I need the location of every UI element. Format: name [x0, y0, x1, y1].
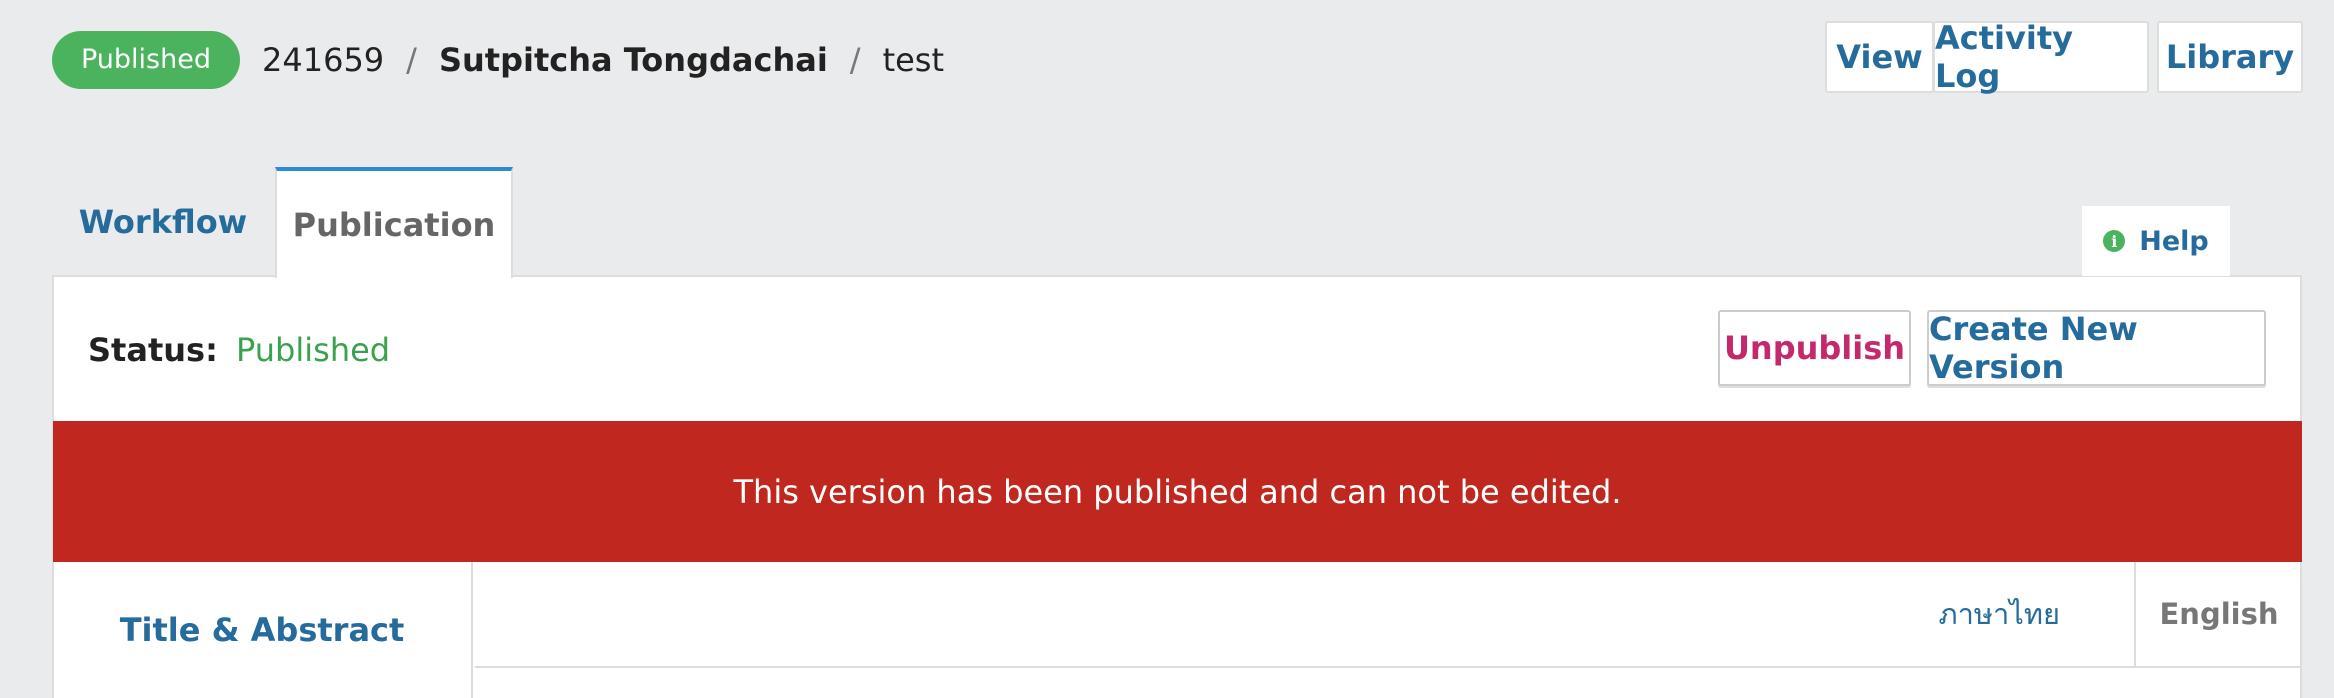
published-alert: This version has been published and can … — [53, 421, 2302, 562]
submission-title: test — [882, 41, 945, 79]
unpublish-button[interactable]: Unpublish — [1718, 310, 1911, 386]
view-button[interactable]: View — [1825, 21, 1934, 93]
language-switcher: ภาษาไทย — [475, 562, 2302, 668]
status-badge: Published — [52, 31, 240, 89]
alert-message: This version has been published and can … — [733, 472, 1622, 511]
submission-header: Published 241659 / Sutpitcha Tongdachai … — [52, 31, 944, 89]
library-button[interactable]: Library — [2157, 21, 2303, 93]
language-thai-button[interactable]: ภาษาไทย — [1939, 562, 2093, 666]
tab-workflow[interactable]: Workflow — [52, 167, 274, 276]
sidebar-item-title-abstract[interactable]: Title & Abstract — [53, 562, 473, 698]
help-label: Help — [2139, 225, 2209, 257]
create-new-version-button[interactable]: Create New Version — [1927, 310, 2266, 386]
publication-status: Status: Published — [88, 331, 390, 369]
activity-log-button[interactable]: Activity Log — [1933, 19, 2149, 95]
info-icon: i — [2103, 230, 2126, 252]
help-button[interactable]: i Help — [2082, 206, 2230, 276]
language-english-button[interactable]: English — [2136, 562, 2302, 666]
status-value: Published — [236, 331, 391, 369]
breadcrumb-separator: / — [406, 41, 417, 79]
author-name: Sutpitcha Tongdachai — [438, 41, 828, 79]
breadcrumb-separator: / — [849, 41, 861, 79]
submission-id: 241659 — [262, 41, 385, 79]
status-label: Status: — [88, 331, 218, 369]
tab-publication[interactable]: Publication — [275, 167, 513, 278]
